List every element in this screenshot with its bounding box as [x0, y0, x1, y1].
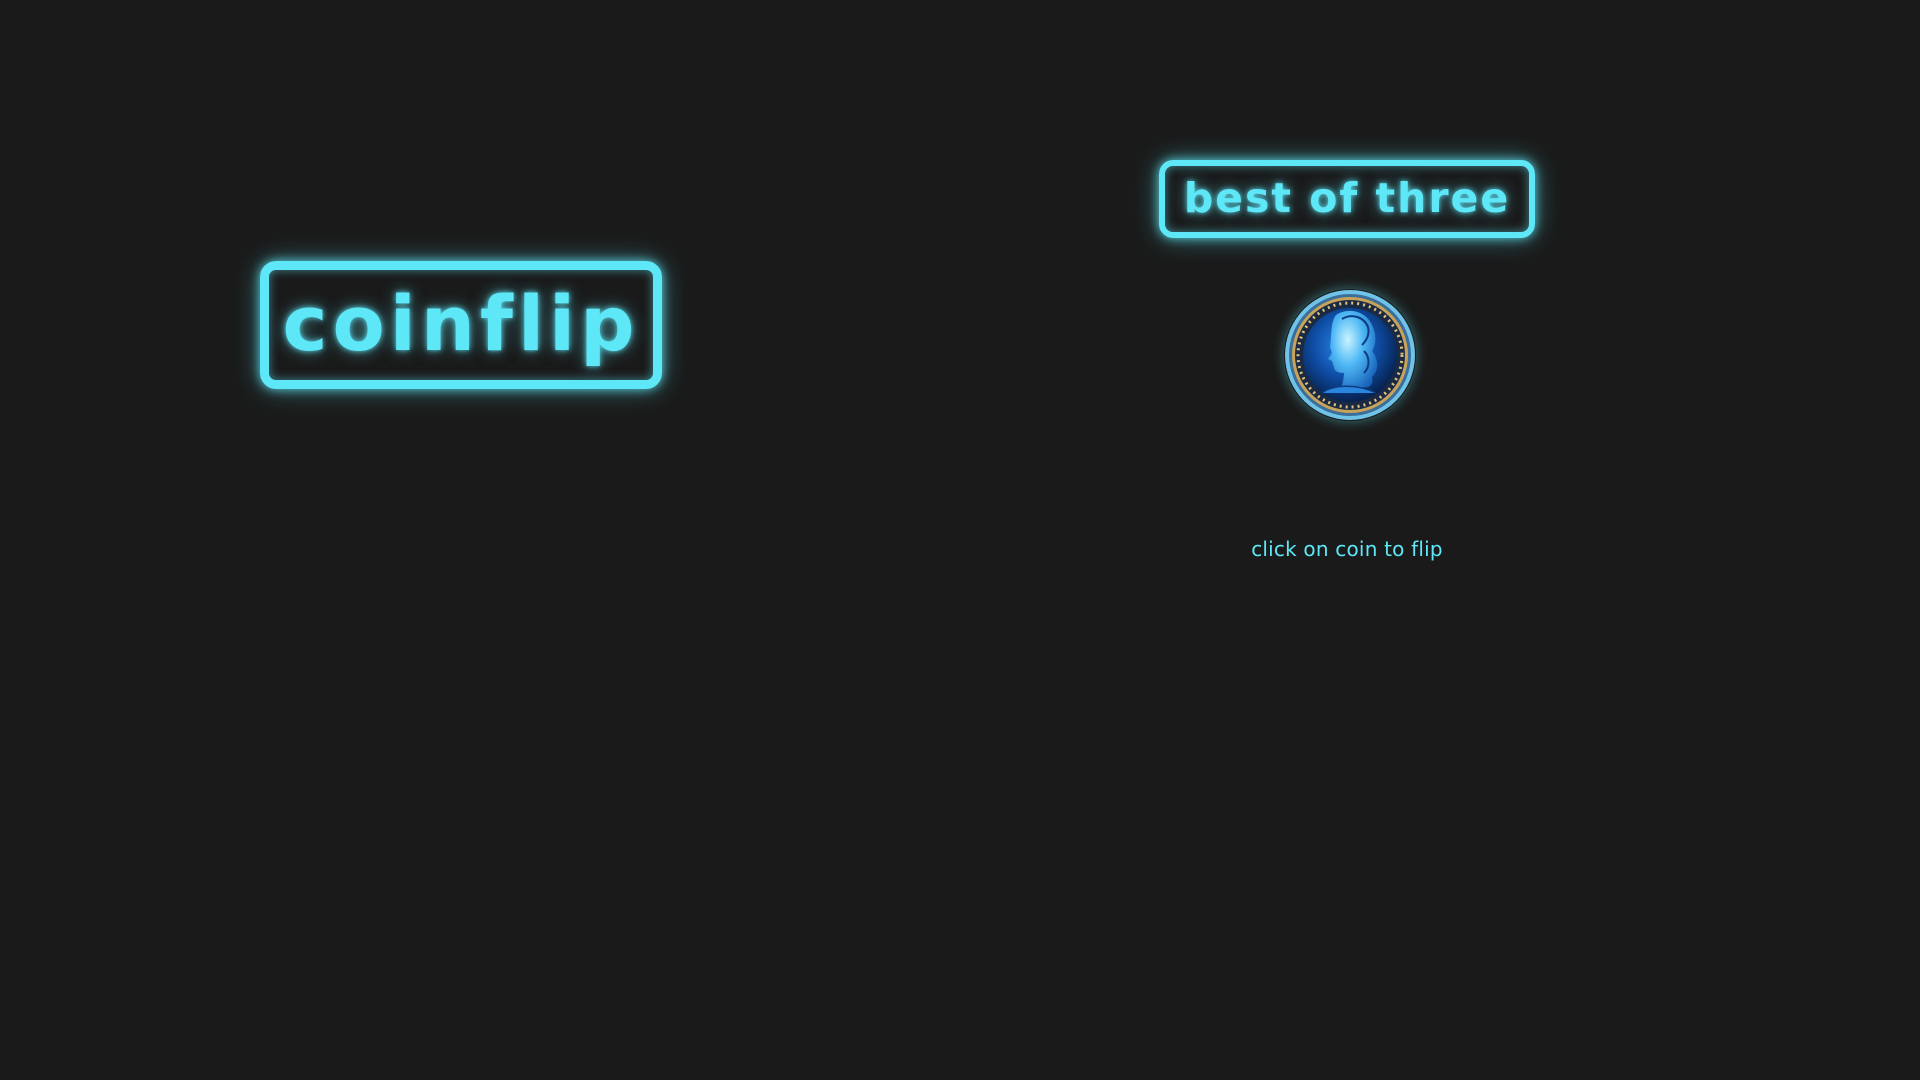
flip-hint: click on coin to flip — [1251, 537, 1443, 561]
coin-button[interactable] — [1284, 289, 1416, 421]
app-logo-text: coinflip — [282, 278, 640, 368]
mode-label: best of three — [1183, 174, 1511, 222]
best-of-three-mode[interactable]: best of three — [1159, 160, 1535, 238]
app-logo: coinflip — [260, 261, 662, 389]
coin-portrait-icon — [1285, 290, 1415, 420]
